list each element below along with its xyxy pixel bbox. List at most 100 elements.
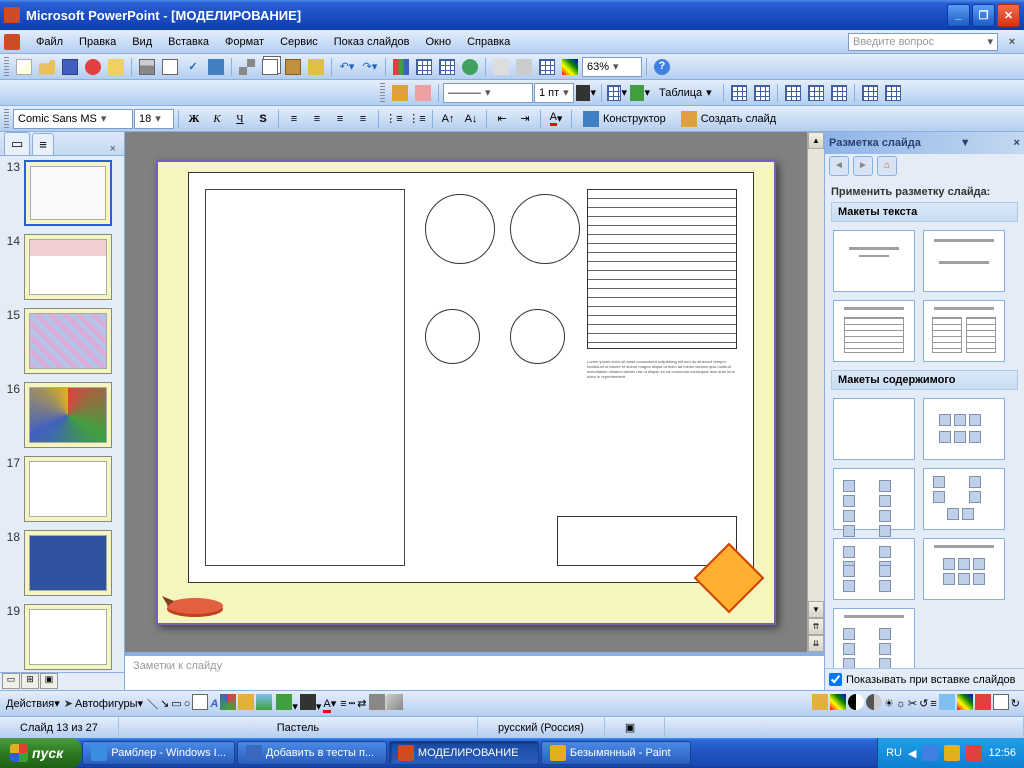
more-contrast-button[interactable] <box>848 694 864 713</box>
line-style-button[interactable]: ≡ <box>340 698 346 710</box>
align-left-button[interactable]: ≡ <box>283 108 305 130</box>
layout-title-text[interactable] <box>833 300 915 362</box>
align-right-button[interactable]: ≡ <box>329 108 351 130</box>
tray-icon[interactable] <box>922 745 938 761</box>
clipart-button[interactable] <box>238 694 254 713</box>
close-button[interactable]: ✕ <box>997 4 1020 27</box>
arrow-button[interactable]: ↘ <box>160 697 169 710</box>
open-button[interactable] <box>36 56 58 78</box>
menu-tools[interactable]: Сервис <box>272 33 326 51</box>
undo-button[interactable]: ↶▾ <box>336 56 358 78</box>
slides-list[interactable]: 13 14 15 16 17 18 <box>0 156 124 672</box>
expand-all-button[interactable] <box>490 56 512 78</box>
print-preview-button[interactable] <box>159 56 181 78</box>
reset-picture-button[interactable]: ↻ <box>1011 697 1020 710</box>
layout-title-only[interactable] <box>833 230 915 292</box>
line-color-button[interactable]: ▾ <box>300 694 322 713</box>
actions-menu-button[interactable]: Действия▾ <box>6 697 60 710</box>
slides-tab-thumbnails[interactable]: ▭ <box>4 132 30 155</box>
fill-color-button[interactable]: ▾ <box>629 82 651 104</box>
decrease-indent-button[interactable]: ⇤ <box>491 108 513 130</box>
layout-title-content-2[interactable] <box>833 608 915 668</box>
layout-title-content[interactable] <box>923 538 1005 600</box>
3d-style-button[interactable] <box>387 694 403 713</box>
insert-chart-button[interactable] <box>390 56 412 78</box>
numbering-button[interactable]: ⋮≡ <box>383 108 405 130</box>
doc-close-button[interactable]: × <box>1004 34 1020 50</box>
less-brightness-button[interactable]: ☼ <box>896 698 906 710</box>
italic-button[interactable]: К <box>206 108 228 130</box>
language-indicator[interactable]: RU <box>886 747 902 759</box>
new-button[interactable] <box>13 56 35 78</box>
cut-button[interactable] <box>236 56 258 78</box>
slides-tab-outline[interactable]: ≡ <box>32 133 54 155</box>
tables-borders-button[interactable] <box>436 56 458 78</box>
border-color-button[interactable]: ▾ <box>575 82 597 104</box>
distribute-rows-button[interactable] <box>859 82 881 104</box>
layout-content-3[interactable] <box>923 468 1005 530</box>
clock[interactable]: 12:56 <box>988 747 1016 759</box>
paste-button[interactable] <box>282 56 304 78</box>
wordart-button[interactable]: A <box>210 698 218 710</box>
prev-slide-button[interactable]: ⇈ <box>808 618 824 635</box>
menu-file[interactable]: Файл <box>28 33 71 51</box>
design-button[interactable]: Конструктор <box>576 108 673 130</box>
document-icon[interactable] <box>4 34 20 50</box>
menu-view[interactable]: Вид <box>124 33 160 51</box>
tray-icon[interactable] <box>944 745 960 761</box>
underline-button[interactable]: Ч <box>229 108 251 130</box>
layout-title-subtitle[interactable] <box>923 230 1005 292</box>
scroll-up-button[interactable]: ▲ <box>808 132 824 149</box>
distribute-columns-button[interactable] <box>882 82 904 104</box>
bold-button[interactable]: Ж <box>183 108 205 130</box>
toolbar-handle[interactable] <box>4 57 9 77</box>
font-size-combo[interactable]: 18 <box>134 109 174 129</box>
distributed-button[interactable]: ≡ <box>352 108 374 130</box>
copy-button[interactable] <box>259 56 281 78</box>
tray-icon[interactable] <box>966 745 982 761</box>
research-button[interactable] <box>205 56 227 78</box>
less-contrast-button[interactable] <box>866 694 882 713</box>
redo-button[interactable]: ↷▾ <box>359 56 381 78</box>
taskpane-back-button[interactable]: ◄ <box>829 156 849 176</box>
taskbar-item[interactable]: МОДЕЛИРОВАНИЕ <box>389 741 539 765</box>
permission-button[interactable] <box>82 56 104 78</box>
line-style-pic-button[interactable]: ≡ <box>930 698 936 710</box>
layout-content[interactable] <box>923 398 1005 460</box>
recolor-button[interactable] <box>957 694 973 713</box>
new-slide-button[interactable]: Создать слайд <box>674 108 783 130</box>
rectangle-button[interactable]: ▭ <box>171 697 181 710</box>
show-on-insert-checkbox[interactable] <box>829 673 842 686</box>
center-vertically-button[interactable] <box>805 82 827 104</box>
transparent-color-button[interactable] <box>993 694 1009 713</box>
merge-cells-button[interactable] <box>728 82 750 104</box>
layout-two-column[interactable] <box>923 300 1005 362</box>
slide-thumbnail[interactable]: 15 <box>4 308 120 374</box>
dash-style-button[interactable]: ┅ <box>349 697 356 710</box>
slides-panel-close[interactable]: × <box>106 143 120 155</box>
taskpane-close-button[interactable]: × <box>1014 137 1020 149</box>
show-grid-button[interactable] <box>536 56 558 78</box>
menu-slideshow[interactable]: Показ слайдов <box>326 33 418 51</box>
normal-view-button[interactable]: ▭ <box>2 673 20 689</box>
toolbar-handle[interactable] <box>4 109 9 129</box>
print-button[interactable] <box>136 56 158 78</box>
spelling-button[interactable]: ✓ <box>182 56 204 78</box>
layout-content-2[interactable] <box>833 468 915 530</box>
vertical-scrollbar[interactable]: ▲ ▼ ⇈ ⇊ <box>807 132 824 652</box>
next-slide-button[interactable]: ⇊ <box>808 635 824 652</box>
compress-pic-button[interactable] <box>939 694 955 713</box>
tray-icon[interactable]: ◀ <box>908 747 916 760</box>
slide-canvas[interactable]: Lorem ipsum dolor sit amet consectetur a… <box>156 160 776 625</box>
slide-thumbnail[interactable]: 17 <box>4 456 120 522</box>
split-cell-button[interactable] <box>751 82 773 104</box>
taskbar-item[interactable]: Добавить в тесты п... <box>237 741 387 765</box>
email-button[interactable] <box>105 56 127 78</box>
autoshapes-button[interactable]: Автофигуры▾ <box>75 697 143 710</box>
technical-drawing-image[interactable]: Lorem ipsum dolor sit amet consectetur a… <box>188 172 754 583</box>
picture-button[interactable] <box>256 694 272 713</box>
increase-font-button[interactable]: A↑ <box>437 108 459 130</box>
notes-pane[interactable]: Заметки к слайду <box>125 652 824 690</box>
font-name-combo[interactable]: Comic Sans MS <box>13 109 133 129</box>
border-style-combo[interactable]: ——— <box>443 83 533 103</box>
